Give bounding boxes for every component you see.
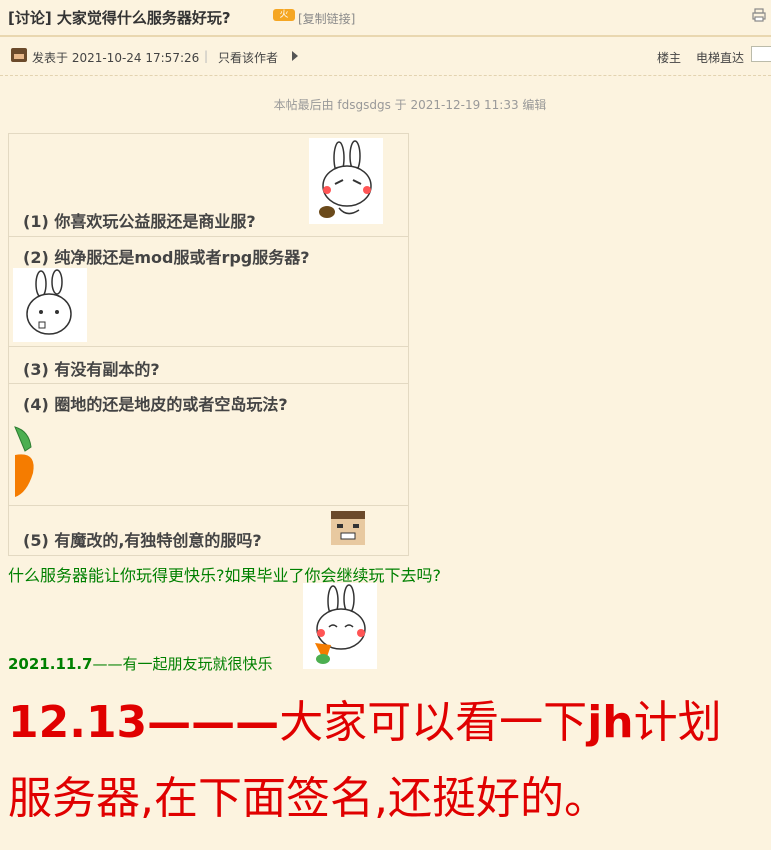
announcement-part1: 大家可以看一下 <box>279 697 588 748</box>
rabbit-sticker-icon <box>309 138 383 224</box>
question-table: (1) 你喜欢玩公益服还是商业服? (2) 纯净服还是mod服或者rpg服务器?… <box>8 133 409 556</box>
update-text: ——有一起朋友玩就很快乐 <box>92 655 273 673</box>
print-icon[interactable] <box>752 8 766 22</box>
announcement-date: 12.13——— <box>8 697 280 748</box>
meta-separator: | <box>204 49 209 63</box>
question-5: (5) 有魔改的,有独特创意的服吗? <box>23 531 262 550</box>
carrot-icon <box>14 426 34 497</box>
rabbit-carrot-sticker-icon <box>303 583 377 669</box>
floor-label: 楼主 <box>657 51 682 65</box>
table-row: (3) 有没有副本的? <box>9 346 408 384</box>
question-1: (1) 你喜欢玩公益服还是商业服? <box>23 212 256 231</box>
update-date: 2021.11.7 <box>8 655 93 673</box>
question-2: (2) 纯净服还是mod服或者rpg服务器? <box>23 248 310 267</box>
question-4: (4) 圈地的还是地皮的或者空岛玩法? <box>23 395 288 414</box>
announcement-line-1: 12.13———大家可以看一下jh计划 <box>8 686 722 750</box>
edited-note: 本帖最后由 fdsgsdgs 于 2021-12-19 11:33 编辑 <box>273 98 547 112</box>
announcement-jh: jh <box>587 697 634 748</box>
copy-link-button[interactable]: [复制链接] <box>298 10 355 27</box>
announcement-part2: 计划 <box>633 697 722 748</box>
author-avatar-icon <box>11 48 27 62</box>
post-timestamp: 发表于 2021-10-24 17:57:26 <box>32 51 200 65</box>
elevator-label: 电梯直达 <box>696 51 745 65</box>
table-row: (4) 圈地的还是地皮的或者空岛玩法? <box>9 383 408 506</box>
question-3: (3) 有没有副本的? <box>23 360 160 379</box>
table-row: (1) 你喜欢玩公益服还是商业服? <box>9 134 408 237</box>
post-meta-bar: 发表于 2021-10-24 17:57:26 | 只看该作者 楼主 电梯直达 <box>0 37 771 76</box>
rabbit-sticker-icon <box>13 268 87 342</box>
table-row: (5) 有魔改的,有独特创意的服吗? <box>9 505 408 556</box>
announcement-line-2: 服务器,在下面签名,还挺好的。 <box>8 773 608 824</box>
elevator-floor-input[interactable] <box>751 46 771 62</box>
table-row: (2) 纯净服还是mod服或者rpg服务器? <box>9 236 408 347</box>
thread-header: [讨论] 大家觉得什么服务器好玩? 火 [复制链接] <box>0 0 771 37</box>
blocky-face-icon <box>331 511 365 545</box>
update-note: 2021.11.7——有一起朋友玩就很快乐 <box>8 653 272 674</box>
hot-badge-icon: 火 <box>273 9 295 21</box>
arrow-right-icon[interactable] <box>292 51 298 61</box>
only-author-link[interactable]: 只看该作者 <box>218 49 278 66</box>
thread-title: [讨论] 大家觉得什么服务器好玩? <box>8 9 231 27</box>
